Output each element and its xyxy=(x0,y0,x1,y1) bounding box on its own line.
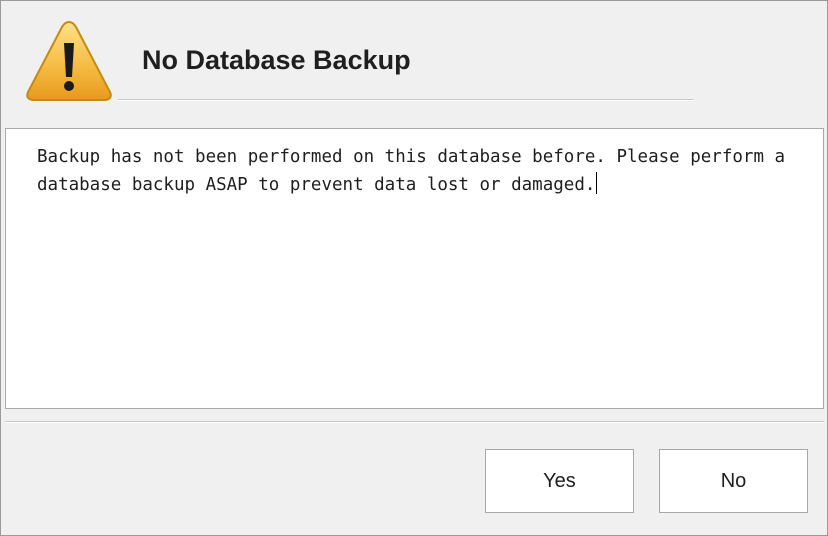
message-text: Backup has not been performed on this da… xyxy=(37,147,786,195)
footer-divider xyxy=(5,421,824,423)
yes-button[interactable]: Yes xyxy=(485,449,634,513)
title-divider xyxy=(118,99,693,101)
text-caret xyxy=(596,172,598,194)
dialog-title: No Database Backup xyxy=(142,45,411,75)
no-button[interactable]: No xyxy=(659,449,808,513)
no-backup-dialog: No Database Backup Backup has not been p… xyxy=(0,0,828,536)
warning-icon xyxy=(25,19,113,105)
message-box[interactable]: Backup has not been performed on this da… xyxy=(5,128,824,409)
